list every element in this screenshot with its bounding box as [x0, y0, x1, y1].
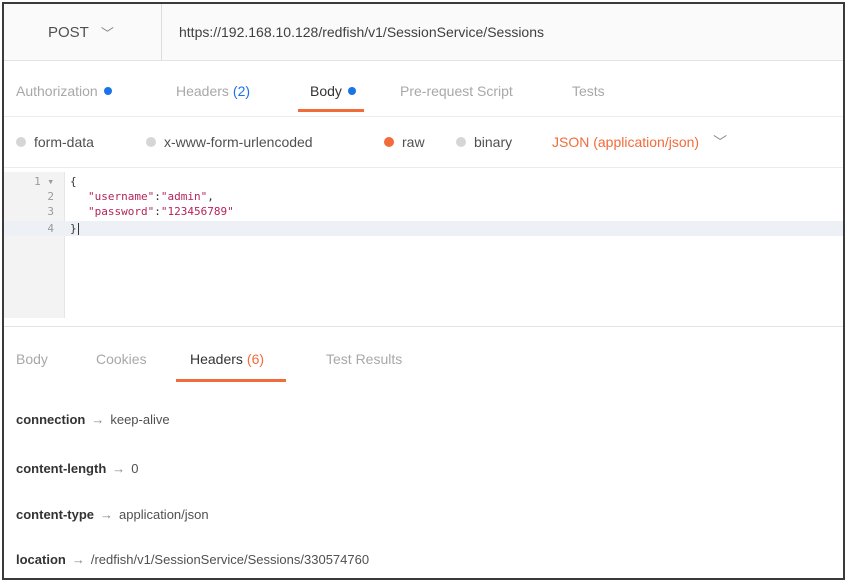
response-header-row: location → /redfish/v1/SessionService/Sess… — [16, 552, 369, 567]
text-caret — [77, 223, 79, 235]
divider — [4, 326, 843, 327]
code-text: "username":"admin", — [88, 190, 214, 203]
content-type-select[interactable]: JSON (application/json) ﹀ — [552, 117, 727, 167]
tab-label: Headers — [190, 351, 243, 367]
tab-count: (2) — [232, 83, 251, 99]
header-value: application/json — [119, 507, 209, 522]
line-number: 2 — [47, 190, 54, 203]
method-label: POST — [48, 23, 89, 41]
header-value: /redfish/v1/SessionService/Sessions/3305… — [90, 552, 370, 567]
response-header-row: content-length → 0 — [16, 461, 139, 476]
code-text: } — [70, 222, 79, 235]
code-editor[interactable]: 1 ▾ { 2 "username":"admin", 3 "password"… — [4, 172, 843, 322]
json-value: "123456789" — [160, 205, 234, 218]
tab-label: Pre-request Script — [400, 83, 513, 99]
code-line: 2 "username":"admin", — [4, 189, 843, 204]
postman-window: POST ﹀ https://192.168.10.128/redfish/v1… — [2, 2, 845, 580]
radio-circle-icon — [146, 137, 156, 147]
json-value: "admin" — [160, 190, 208, 203]
json-key: "password" — [88, 205, 155, 218]
tab-label: Test Results — [326, 351, 403, 367]
header-name: content-type — [16, 507, 94, 522]
header-name: location — [16, 552, 66, 567]
line-number: 3 — [47, 205, 54, 218]
radio-label: raw — [402, 134, 425, 150]
chevron-down-icon: ﹀ — [100, 25, 114, 41]
radio-label: form-data — [34, 134, 94, 150]
radio-circle-icon — [384, 137, 394, 147]
url-input[interactable]: https://192.168.10.128/redfish/v1/Sessio… — [179, 4, 544, 60]
tab-response-body[interactable]: Body — [16, 334, 48, 384]
arrow-right-icon: → — [112, 461, 126, 476]
modified-dot-icon — [347, 87, 356, 95]
radio-urlencoded[interactable]: x-www-form-urlencoded — [146, 117, 313, 167]
radio-form-data[interactable]: form-data — [16, 117, 94, 167]
tab-label: Body — [310, 83, 342, 99]
tab-label: Cookies — [96, 351, 147, 367]
header-value: 0 — [131, 461, 139, 476]
arrow-right-icon: → — [91, 412, 105, 427]
arrow-right-icon: → — [71, 552, 85, 567]
arrow-right-icon: → — [100, 507, 113, 522]
radio-label: x-www-form-urlencoded — [164, 134, 313, 150]
tab-test-results[interactable]: Test Results — [326, 334, 402, 384]
request-bar: POST ﹀ https://192.168.10.128/redfish/v1… — [4, 4, 843, 61]
header-name: connection — [16, 412, 86, 427]
request-tabs: Authorization Headers (2) Body Pre-reque… — [4, 66, 843, 116]
header-name: content-length — [16, 461, 107, 476]
json-key: "username" — [88, 190, 155, 203]
content-type-label: JSON (application/json) — [552, 134, 700, 150]
code-line-current: 4 } — [4, 221, 843, 236]
method-select[interactable]: POST ﹀ — [4, 4, 162, 60]
radio-label: binary — [474, 134, 513, 150]
code-line: 1 ▾ { — [4, 174, 843, 189]
body-type-row: form-data x-www-form-urlencoded raw bina… — [4, 116, 843, 168]
code-text: "password":"123456789" — [88, 205, 234, 218]
chevron-down-icon: ﹀ — [713, 134, 728, 150]
radio-circle-icon — [456, 137, 466, 147]
radio-raw[interactable]: raw — [384, 117, 425, 167]
response-tabs: Body Cookies Headers (6) Test Results — [4, 334, 843, 386]
tab-response-headers[interactable]: Headers (6) — [175, 334, 287, 384]
tab-count: (6) — [246, 351, 265, 367]
tab-label: Tests — [572, 83, 605, 99]
tab-body[interactable]: Body — [298, 66, 364, 116]
tab-cookies[interactable]: Cookies — [96, 334, 147, 384]
header-value: keep-alive — [110, 412, 170, 427]
tab-pre-request-script[interactable]: Pre-request Script — [400, 66, 513, 116]
response-header-row: content-type → application/json — [16, 507, 209, 522]
line-number: 1 ▾ — [34, 175, 54, 188]
radio-circle-icon — [16, 137, 26, 147]
tab-label: Headers — [176, 83, 229, 99]
fold-arrow-icon[interactable]: ▾ — [47, 175, 54, 188]
tab-label: Body — [16, 351, 48, 367]
radio-binary[interactable]: binary — [456, 117, 512, 167]
line-number: 4 — [47, 222, 54, 235]
tab-headers[interactable]: Headers (2) — [176, 66, 250, 116]
tab-label: Authorization — [16, 83, 98, 99]
response-header-row: connection → keep-alive — [16, 412, 170, 427]
code-text: { — [70, 175, 77, 188]
modified-dot-icon — [103, 87, 112, 95]
tab-authorization[interactable]: Authorization — [16, 66, 112, 116]
code-line: 3 "password":"123456789" — [4, 204, 843, 219]
tab-tests[interactable]: Tests — [572, 66, 605, 116]
